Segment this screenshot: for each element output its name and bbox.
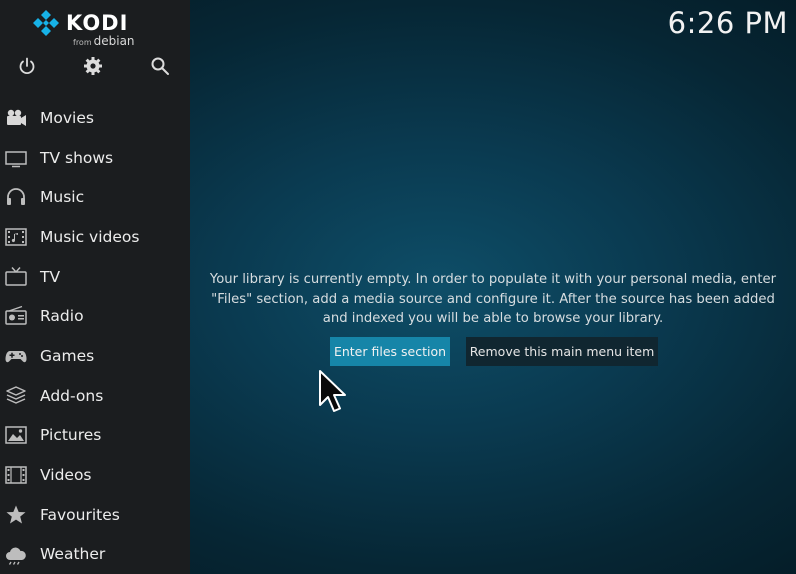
gear-icon[interactable] xyxy=(82,55,104,77)
menu-item-music-videos[interactable]: Music videos xyxy=(0,217,190,257)
mouse-cursor-icon xyxy=(319,370,346,412)
menu-label: Games xyxy=(40,346,95,365)
empty-library-message: Your library is currently empty. In orde… xyxy=(209,272,777,326)
menu-item-videos[interactable]: Videos xyxy=(0,455,190,495)
menu-label: Weather xyxy=(40,545,106,564)
menu-item-tv-shows[interactable]: TV shows xyxy=(0,138,190,178)
search-icon[interactable] xyxy=(149,55,171,77)
menu-item-weather[interactable]: Weather xyxy=(0,535,190,574)
weather-cloud-icon xyxy=(5,543,27,566)
menu-item-add-ons[interactable]: Add-ons xyxy=(0,376,190,416)
menu-label: Movies xyxy=(40,108,94,127)
menu-item-games[interactable]: Games xyxy=(0,336,190,376)
tv-monitor-icon xyxy=(5,147,27,169)
gamepad-icon xyxy=(5,345,27,367)
logo-sub-main: debian xyxy=(93,34,135,48)
menu-item-music[interactable]: Music xyxy=(0,177,190,217)
menu-label: Pictures xyxy=(40,426,102,445)
sidebar: KODI from debian Movies TV shows Music M… xyxy=(0,0,190,574)
kodi-logo: KODI from debian xyxy=(33,10,143,48)
star-icon xyxy=(5,504,27,526)
logo-sub-small: from xyxy=(73,38,92,47)
picture-icon xyxy=(5,424,27,446)
menu-label: Favourites xyxy=(40,505,120,524)
radio-icon xyxy=(5,305,27,327)
menu-label: Radio xyxy=(40,307,84,326)
tv-icon xyxy=(5,266,27,288)
remove-menu-item-button[interactable]: Remove this main menu item xyxy=(466,337,658,366)
logo-text: KODI xyxy=(66,11,129,35)
enter-files-button[interactable]: Enter files section xyxy=(330,337,450,366)
menu-label: TV xyxy=(40,267,61,286)
power-icon[interactable] xyxy=(16,55,38,77)
menu-item-tv[interactable]: TV xyxy=(0,257,190,297)
menu-item-favourites[interactable]: Favourites xyxy=(0,495,190,535)
kodi-logo-icon xyxy=(33,10,59,36)
clock: 6:26 PM xyxy=(667,6,788,40)
film-icon xyxy=(5,464,27,486)
menu-label: Music videos xyxy=(40,227,140,246)
menu-item-movies[interactable]: Movies xyxy=(0,98,190,138)
movie-camera-icon xyxy=(5,107,27,129)
menu-item-pictures[interactable]: Pictures xyxy=(0,416,190,456)
menu-label: Add-ons xyxy=(40,386,104,405)
menu-item-radio[interactable]: Radio xyxy=(0,296,190,336)
film-strip-icon xyxy=(5,226,27,248)
headphones-icon xyxy=(5,186,27,208)
main-menu: Movies TV shows Music Music videos TV Ra… xyxy=(0,98,190,574)
menu-label: Music xyxy=(40,188,85,207)
box-icon xyxy=(5,385,27,407)
menu-label: Videos xyxy=(40,466,92,485)
menu-label: TV shows xyxy=(40,148,114,167)
logo-subtitle: from debian xyxy=(73,34,135,48)
